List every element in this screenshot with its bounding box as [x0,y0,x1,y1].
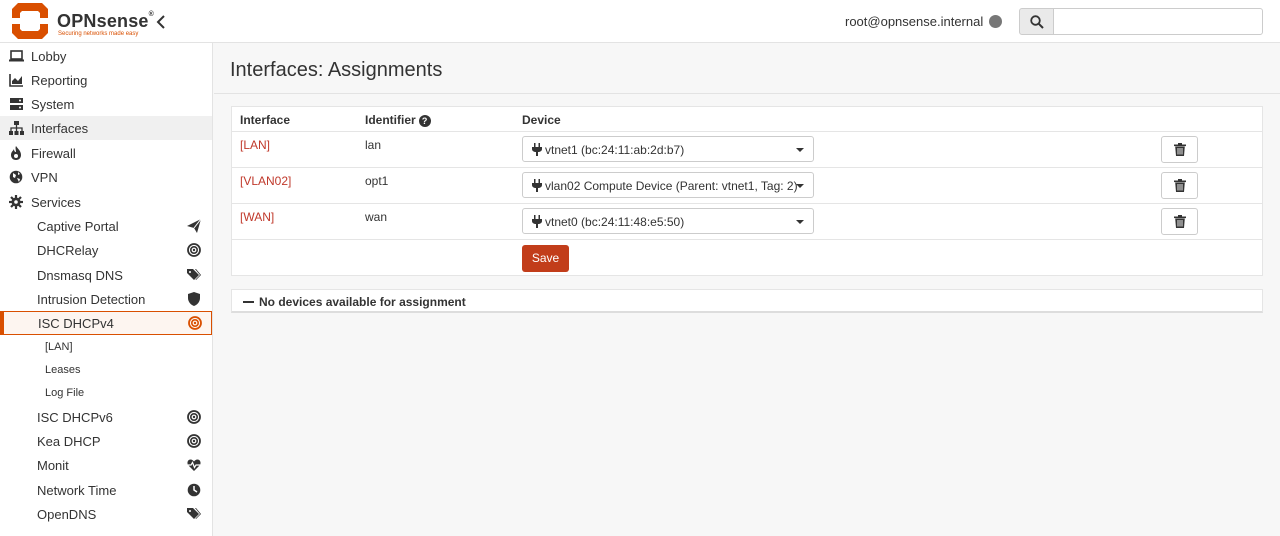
sidebar-item-network-time[interactable]: Network Time [0,478,212,502]
interface-link-lan[interactable]: [LAN] [240,138,270,152]
status-indicator-icon[interactable] [989,15,1002,28]
sidebar-subitem-lan[interactable]: [LAN] [0,336,212,358]
selected-indicator [1,312,4,334]
plug-icon [532,215,542,228]
sidebar-subitem-log-file[interactable]: Log File [0,382,212,404]
sidebar-item-opendns[interactable]: OpenDNS [0,502,212,526]
collapse-icon[interactable] [243,301,254,303]
divider [232,239,1262,240]
help-icon[interactable]: ? [418,115,431,127]
logo-tagline: Securing networks made easy [58,31,139,37]
save-button[interactable]: Save [522,245,569,272]
collapse-sidebar-icon[interactable] [154,12,168,32]
chart-icon [9,74,23,87]
tags-icon [187,269,201,280]
divider [232,131,1262,132]
sidebar-item-monit[interactable]: Monit [0,453,212,477]
sidebar-item-isc-dhcpv6[interactable]: ISC DHCPv6 [0,405,212,429]
sitemap-icon [9,121,24,135]
trash-icon [1174,143,1186,156]
search-button[interactable] [1019,8,1054,35]
paper-plane-icon [187,219,201,233]
divider [232,167,1262,168]
identifier-cell: wan [365,210,388,224]
bullseye-icon [187,410,201,424]
sidebar-item-kea-dhcp[interactable]: Kea DHCP [0,429,212,453]
bullseye-icon [187,434,201,448]
page-header: Interfaces: Assignments [214,43,1280,94]
shield-icon [188,292,200,306]
heartbeat-icon [187,459,201,471]
globe-icon [9,170,23,184]
sidebar-item-services[interactable]: Services [0,190,212,214]
sidebar-item-isc-dhcpv4[interactable]: ISC DHCPv4 [0,311,212,335]
sidebar-item-dhcrelay[interactable]: DHCRelay [0,238,212,262]
identifier-cell: opt1 [365,174,389,188]
no-devices-panel[interactable]: No devices available for assignment [231,289,1263,313]
sidebar-subitem-leases[interactable]: Leases [0,359,212,381]
fire-icon [11,146,21,160]
page-title: Interfaces: Assignments [230,59,443,81]
laptop-icon [9,50,24,62]
device-select-lan[interactable]: vtnet1 (bc:24:11:ab:2d:b7) [522,136,814,162]
interface-link-wan[interactable]: [WAN] [240,210,274,224]
sidebar-item-firewall[interactable]: Firewall [0,141,212,165]
delete-button-wan[interactable] [1161,208,1198,235]
sidebar-item-intrusion-detection[interactable]: Intrusion Detection [0,287,212,311]
user-menu[interactable]: root@opnsense.internal [845,14,983,29]
delete-button-vlan02[interactable] [1161,172,1198,199]
sidebar: Lobby Reporting System Interfaces Firewa… [0,43,213,536]
search-input[interactable] [1053,8,1263,35]
sidebar-item-lobby[interactable]: Lobby [0,44,212,68]
tags-icon [187,508,201,519]
device-select-wan[interactable]: vtnet0 (bc:24:11:48:e5:50) [522,208,814,234]
gear-icon [9,195,23,209]
server-icon [10,98,23,110]
bullseye-icon [188,316,202,330]
sidebar-item-interfaces[interactable]: Interfaces [0,116,212,140]
chevron-down-icon [796,184,804,188]
trash-icon [1174,179,1186,192]
top-bar: OPNsense® Securing networks made easy ro… [0,0,1280,43]
plug-icon [532,179,542,192]
plug-icon [532,143,542,156]
chevron-down-icon [796,148,804,152]
opnsense-logo-icon[interactable] [10,1,50,41]
sidebar-item-reporting[interactable]: Reporting [0,68,212,92]
chevron-down-icon [796,220,804,224]
assignments-table: Interface Identifier? Device [LAN] lan v… [231,106,1263,276]
delete-button-lan[interactable] [1161,136,1198,163]
bullseye-icon [187,243,201,257]
trash-icon [1174,215,1186,228]
column-header-device: Device [522,113,561,127]
column-header-interface: Interface [240,113,291,127]
logo-wordmark: OPNsense® [57,11,155,31]
interface-link-vlan02[interactable]: [VLAN02] [240,174,291,188]
sidebar-item-dnsmasq-dns[interactable]: Dnsmasq DNS [0,263,212,287]
clock-icon [187,483,201,497]
sidebar-item-captive-portal[interactable]: Captive Portal [0,214,212,238]
device-select-vlan02[interactable]: vlan02 Compute Device (Parent: vtnet1, T… [522,172,814,198]
column-header-identifier: Identifier? [365,113,431,127]
sidebar-item-system[interactable]: System [0,92,212,116]
sidebar-item-vpn[interactable]: VPN [0,165,212,189]
identifier-cell: lan [365,138,382,152]
divider [232,203,1262,204]
search-icon [1030,15,1044,29]
